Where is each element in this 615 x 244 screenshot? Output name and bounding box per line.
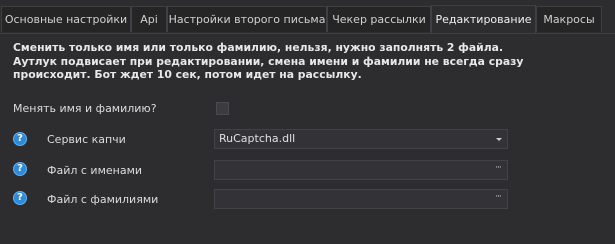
captcha-service-label: Сервис капчи xyxy=(47,133,126,146)
tab-mailing-checker[interactable]: Чекер рассылки xyxy=(327,6,431,32)
names-file-browse-button[interactable]: ··· xyxy=(490,162,506,178)
tab-second-letter-settings[interactable]: Настройки второго письма xyxy=(167,6,327,32)
surnames-file-label: Файл с фамилиями xyxy=(47,193,159,206)
names-file-help-icon[interactable]: ? xyxy=(13,162,27,176)
change-name-label: Менять имя и фамилию? xyxy=(13,102,157,115)
tab-macros[interactable]: Макросы xyxy=(536,6,602,32)
surnames-file-help-icon[interactable]: ? xyxy=(13,191,27,205)
notice-text: Сменить только имя или только фамилию, н… xyxy=(13,41,573,82)
names-file-field[interactable]: ··· xyxy=(214,160,508,180)
surnames-file-field[interactable]: ··· xyxy=(214,189,508,209)
notice-line-3: происходит. Бот ждет 10 сек, потом идет … xyxy=(13,68,362,81)
tab-api[interactable]: Api xyxy=(131,6,167,32)
notice-line-2: Аутлук подвисает при редактировании, сме… xyxy=(13,54,524,68)
surnames-file-browse-button[interactable]: ··· xyxy=(490,191,506,207)
change-name-checkbox[interactable] xyxy=(216,102,229,115)
captcha-service-select[interactable]: RuCaptcha.dll xyxy=(214,129,508,149)
tab-bar: Основные настройки Api Настройки второго… xyxy=(0,5,615,34)
editing-tab-content: Сменить только имя или только фамилию, н… xyxy=(0,34,615,244)
chevron-down-icon xyxy=(496,138,502,141)
notice-line-1: Сменить только имя или только фамилию, н… xyxy=(13,41,504,54)
captcha-help-icon[interactable]: ? xyxy=(13,132,27,146)
editing-settings-window: Основные настройки Api Настройки второго… xyxy=(0,0,615,244)
tab-editing[interactable]: Редактирование xyxy=(431,5,536,33)
captcha-service-value: RuCaptcha.dll xyxy=(219,132,296,145)
tab-main-settings[interactable]: Основные настройки xyxy=(1,6,131,32)
names-file-label: Файл с именами xyxy=(47,164,143,177)
